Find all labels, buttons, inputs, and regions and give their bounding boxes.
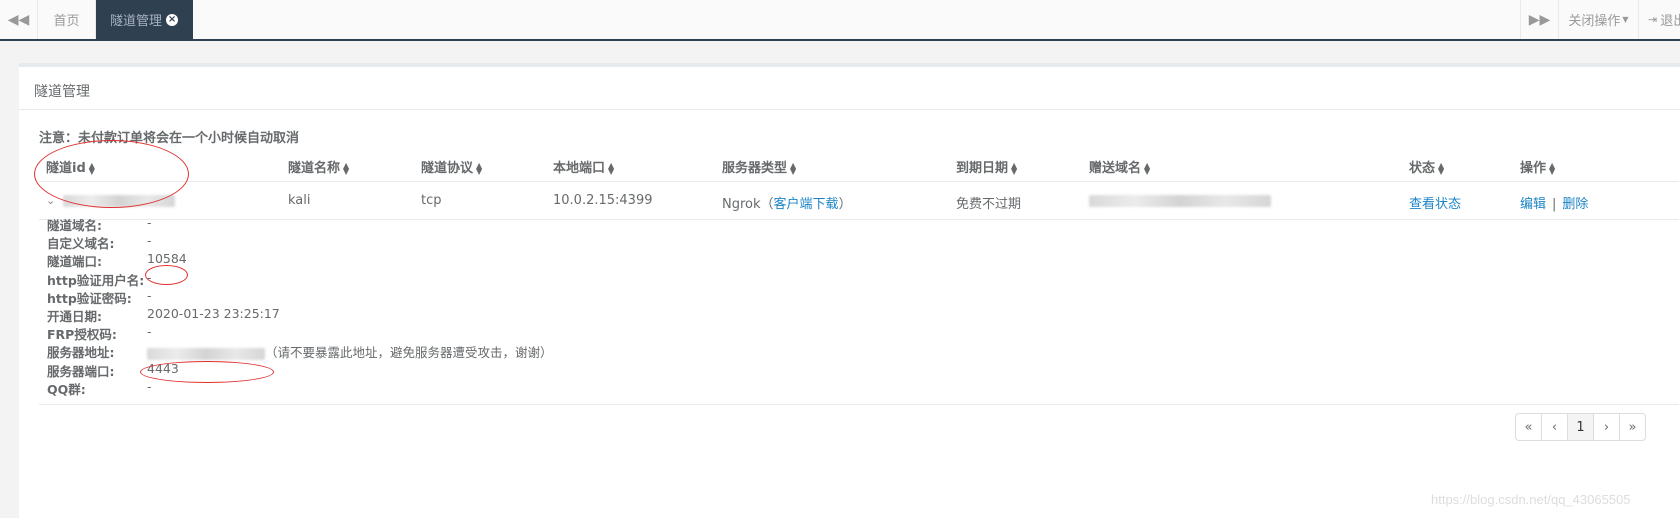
sort-icon: ▲ ▼ [1438, 160, 1445, 176]
tunnel-table: 隧道id ▲ ▼ 隧道名称 ▲ ▼ 隧道协议 ▲ ▼ 本地端口 ▲ ▼ 服务器类型 ▲ ▼ 到期日期… [39, 149, 1679, 220]
tabs-scroll-right-button[interactable]: ▶▶ [1520, 0, 1558, 39]
divider [39, 404, 1679, 405]
tab-tunnel-management-label: 隧道管理 [110, 14, 163, 29]
detail-row: 服务器地址: （请不要暴露此地址，避免服务器遭受攻击，谢谢） [47, 345, 553, 361]
redacted-server-address [147, 347, 265, 360]
tab-home-label: 首页 [53, 14, 80, 29]
annotation-ellipse-server-address [140, 361, 274, 383]
detail-row: 隧道端口: 10584 [47, 251, 187, 270]
sort-icon: ▲ ▼ [343, 160, 350, 176]
actions-cell: 编辑 | 删除 [1520, 197, 1589, 212]
tunnel-management-panel: 隧道管理 注意：未付款订单将会在一个小时候自动取消 隧道id ▲ ▼ 隧道名称 ▲ ▼ … [19, 63, 1680, 518]
tab-tunnel-management[interactable]: 隧道管理 × [96, 0, 193, 39]
delete-link[interactable]: 删除 [1562, 197, 1588, 212]
server-type-cell: Ngrok（客户端下载） [722, 197, 852, 212]
detail-row: 隧道域名: - [47, 215, 152, 233]
sort-icon: ▲ ▼ [1011, 160, 1018, 176]
sort-icon: ▲ ▼ [790, 160, 797, 176]
tunnel-name-cell: kali [288, 193, 311, 208]
column-header-actions[interactable]: 操作 ▲ ▼ [1520, 157, 1555, 176]
column-header-tunnel-name[interactable]: 隧道名称 ▲ ▼ [288, 157, 349, 176]
close-icon[interactable]: × [166, 13, 179, 26]
redacted-gift-domain [1089, 194, 1271, 207]
column-header-status[interactable]: 状态 ▲ ▼ [1409, 157, 1444, 176]
column-header-protocol[interactable]: 隧道协议 ▲ ▼ [421, 157, 482, 176]
tab-home[interactable]: 首页 [38, 0, 96, 39]
client-download-link[interactable]: 客户端下载 [774, 197, 839, 212]
tunnel-details: 隧道域名: - 自定义域名: - 隧道端口: 10584 http验证用户名: - ht… [47, 215, 1667, 397]
annotation-ellipse-tunnel-id [34, 140, 189, 208]
tabs-scroll-left-button[interactable]: ◀◀ [0, 0, 38, 39]
logout-label: 退出 [1660, 14, 1680, 29]
detail-row: http验证用户名: - [47, 269, 152, 288]
detail-row: 服务器端口: 4443 [47, 360, 179, 379]
gift-domain-cell [1089, 193, 1271, 208]
sort-icon: ▲ ▼ [608, 160, 615, 176]
column-header-gift-domain[interactable]: 赠送域名 ▲ ▼ [1089, 157, 1150, 176]
sort-icon: ▲ ▼ [1144, 160, 1151, 176]
detail-row: http验证密码: - [47, 287, 152, 306]
edit-link[interactable]: 编辑 [1520, 197, 1546, 212]
panel-title: 隧道管理 [19, 67, 1680, 110]
pagination: « ‹ 1 › » [1515, 413, 1646, 441]
caret-down-icon: ▼ [1622, 15, 1629, 24]
backward-icon: ◀◀ [7, 11, 30, 28]
expire-date-cell: 免费不过期 [956, 197, 1022, 212]
sort-icon: ▲ ▼ [476, 160, 483, 176]
forward-icon: ▶▶ [1528, 11, 1551, 28]
prev-page-button[interactable]: ‹ [1541, 413, 1568, 441]
detail-row: 开通日期: 2020-01-23 23:25:17 [47, 305, 280, 324]
annotation-ellipse-tunnel-port [145, 265, 188, 285]
page-1-button[interactable]: 1 [1567, 413, 1594, 441]
column-header-local-port[interactable]: 本地端口 ▲ ▼ [553, 157, 614, 176]
sort-icon: ▲ ▼ [1549, 160, 1556, 176]
logout-button[interactable]: ⇥退出 [1638, 0, 1680, 39]
column-header-server-type[interactable]: 服务器类型 ▲ ▼ [722, 157, 796, 176]
close-operations-dropdown[interactable]: 关闭操作 ▼ [1558, 0, 1638, 39]
last-page-button[interactable]: » [1619, 413, 1646, 441]
protocol-cell: tcp [421, 193, 442, 208]
detail-row: QQ群: - [47, 378, 152, 397]
first-page-button[interactable]: « [1515, 413, 1542, 441]
view-status-link[interactable]: 查看状态 [1409, 193, 1461, 212]
column-header-expire-date[interactable]: 到期日期 ▲ ▼ [956, 157, 1017, 176]
next-page-button[interactable]: › [1593, 413, 1620, 441]
close-operations-label: 关闭操作 [1568, 14, 1621, 29]
detail-row: 自定义域名: - [47, 233, 152, 252]
tab-bar: ◀◀ 首页 隧道管理 × ▶▶ 关闭操作▼ ⇥退出 [0, 0, 1680, 41]
watermark: https://blog.csdn.net/qq_43065505 [1431, 492, 1631, 507]
detail-row: FRP授权码: - [47, 324, 152, 343]
sign-out-icon: ⇥ [1648, 13, 1658, 26]
local-port-cell: 10.0.2.15:4399 [553, 193, 653, 208]
table-header: 隧道id ▲ ▼ 隧道名称 ▲ ▼ 隧道协议 ▲ ▼ 本地端口 ▲ ▼ 服务器类型 ▲ ▼ 到期日期… [39, 149, 1679, 182]
